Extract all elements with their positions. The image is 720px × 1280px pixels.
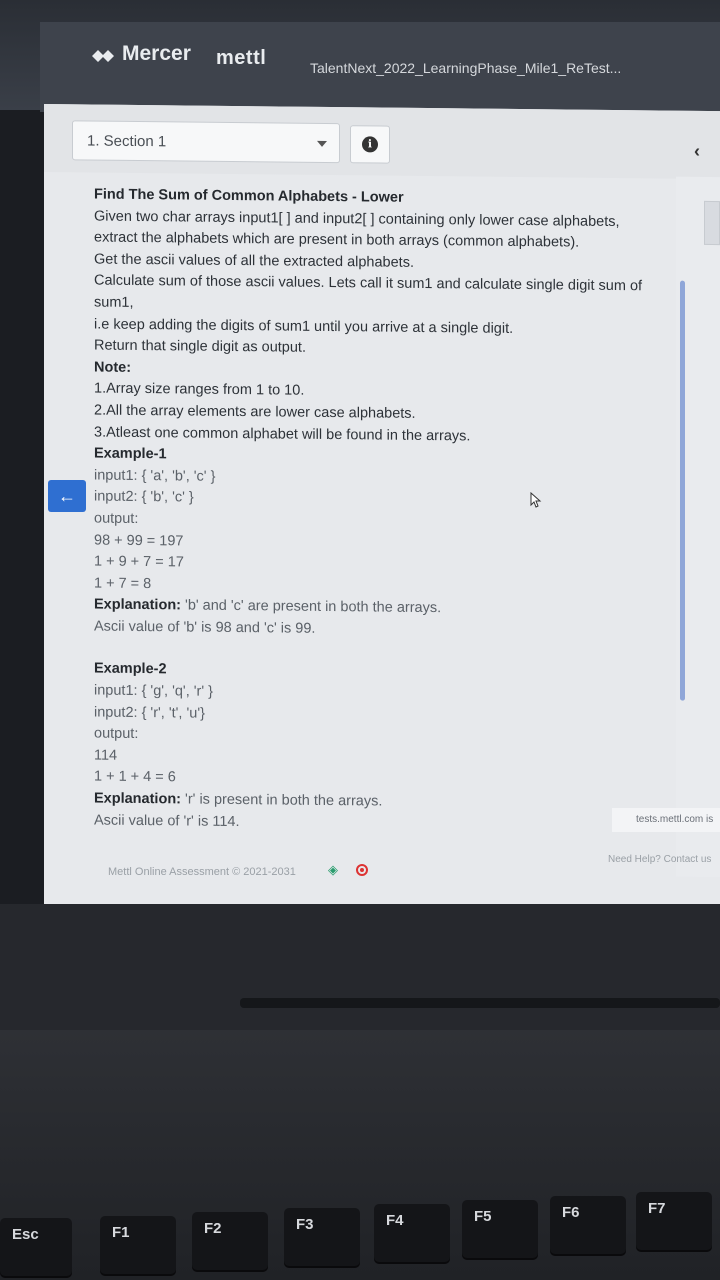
assessment-screen: 1. Section 1 i ‹ Find The Sum of Common …: [44, 104, 720, 912]
explanation-text: 'b' and 'c' are present in both the arra…: [181, 597, 442, 617]
mercer-logo: Mercer: [90, 42, 191, 66]
key-f4[interactable]: F4: [374, 1204, 450, 1262]
key-f7[interactable]: F7: [636, 1192, 712, 1250]
url-tooltip: tests.mettl.com is: [612, 808, 720, 832]
explanation-label: Explanation:: [94, 790, 182, 808]
monitor-bezel-bottom: [0, 904, 720, 1044]
mouse-cursor-icon: [530, 492, 542, 508]
recording-icon: [356, 864, 368, 876]
info-icon: i: [362, 136, 378, 153]
test-title: TalentNext_2022_LearningPhase_Mile1_ReTe…: [310, 60, 622, 76]
wifi-icon: ◈: [328, 862, 338, 877]
chevron-down-icon: [317, 140, 327, 147]
mettl-logo: mettl: [216, 47, 267, 69]
explanation-text: 'r' is present in both the arrays.: [181, 791, 383, 810]
explanation-label: Explanation:: [94, 596, 182, 614]
key-esc[interactable]: Esc: [0, 1218, 72, 1276]
chevron-left-icon[interactable]: ‹: [694, 141, 700, 162]
key-f2[interactable]: F2: [192, 1212, 268, 1270]
section-select-value: 1. Section 1: [87, 131, 167, 150]
laptop-hinge: [240, 998, 720, 1008]
arrow-left-icon: ←: [58, 485, 76, 506]
side-panel-tab[interactable]: [704, 200, 720, 246]
footer-copyright: Mettl Online Assessment © 2021-2031: [108, 866, 296, 878]
app-header: Mercer mettl TalentNext_2022_LearningPha…: [40, 22, 720, 112]
mercer-logo-icon: [90, 46, 116, 62]
key-f3[interactable]: F3: [284, 1208, 360, 1266]
info-button[interactable]: i: [350, 125, 390, 164]
back-button[interactable]: ←: [48, 480, 86, 512]
section-select[interactable]: 1. Section 1: [72, 120, 340, 164]
question-text: Find The Sum of Common Alphabets - Lower…: [94, 185, 684, 838]
footer-status-icons: ◈: [328, 862, 368, 878]
need-help-link[interactable]: Need Help? Contact us: [608, 854, 711, 865]
key-f6[interactable]: F6: [550, 1196, 626, 1254]
brand-name: Mercer: [122, 42, 191, 65]
key-f1[interactable]: F1: [100, 1216, 176, 1274]
question-toolbar: 1. Section 1 i ‹: [44, 104, 720, 180]
key-f5[interactable]: F5: [462, 1200, 538, 1258]
